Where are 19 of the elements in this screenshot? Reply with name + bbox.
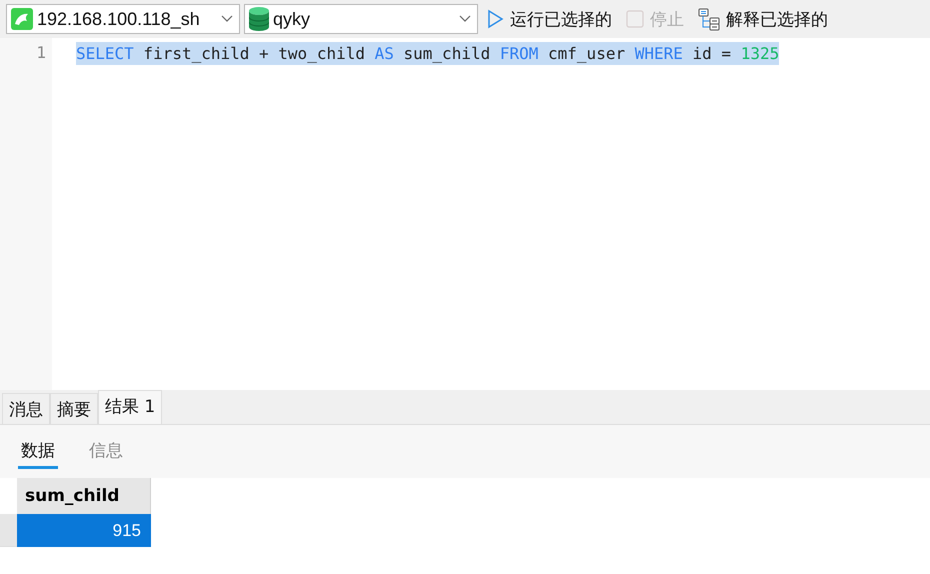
result-tab[interactable]: 摘要	[50, 393, 98, 424]
explain-button[interactable]: 解释已选择的	[693, 4, 833, 34]
result-tab[interactable]: 消息	[2, 393, 50, 424]
run-button[interactable]: 运行已选择的	[482, 4, 617, 34]
connection-dropdown[interactable]: 192.168.100.118_sh	[6, 4, 240, 34]
column-header[interactable]: sum_child	[17, 478, 151, 514]
chevron-down-icon	[459, 15, 471, 23]
row-header[interactable]	[0, 514, 17, 547]
line-number: 1	[35, 42, 47, 64]
result-tab[interactable]: 结果 1	[98, 390, 162, 424]
dolphin-icon	[11, 8, 33, 30]
database-dropdown[interactable]: qyky	[244, 4, 478, 34]
database-icon	[249, 7, 269, 31]
play-icon	[487, 9, 504, 29]
stop-icon	[626, 10, 644, 28]
table-cell: 915	[17, 514, 151, 547]
chevron-down-icon	[221, 15, 233, 23]
view-tab[interactable]: 数据	[18, 434, 58, 468]
tree-icon	[698, 8, 720, 30]
